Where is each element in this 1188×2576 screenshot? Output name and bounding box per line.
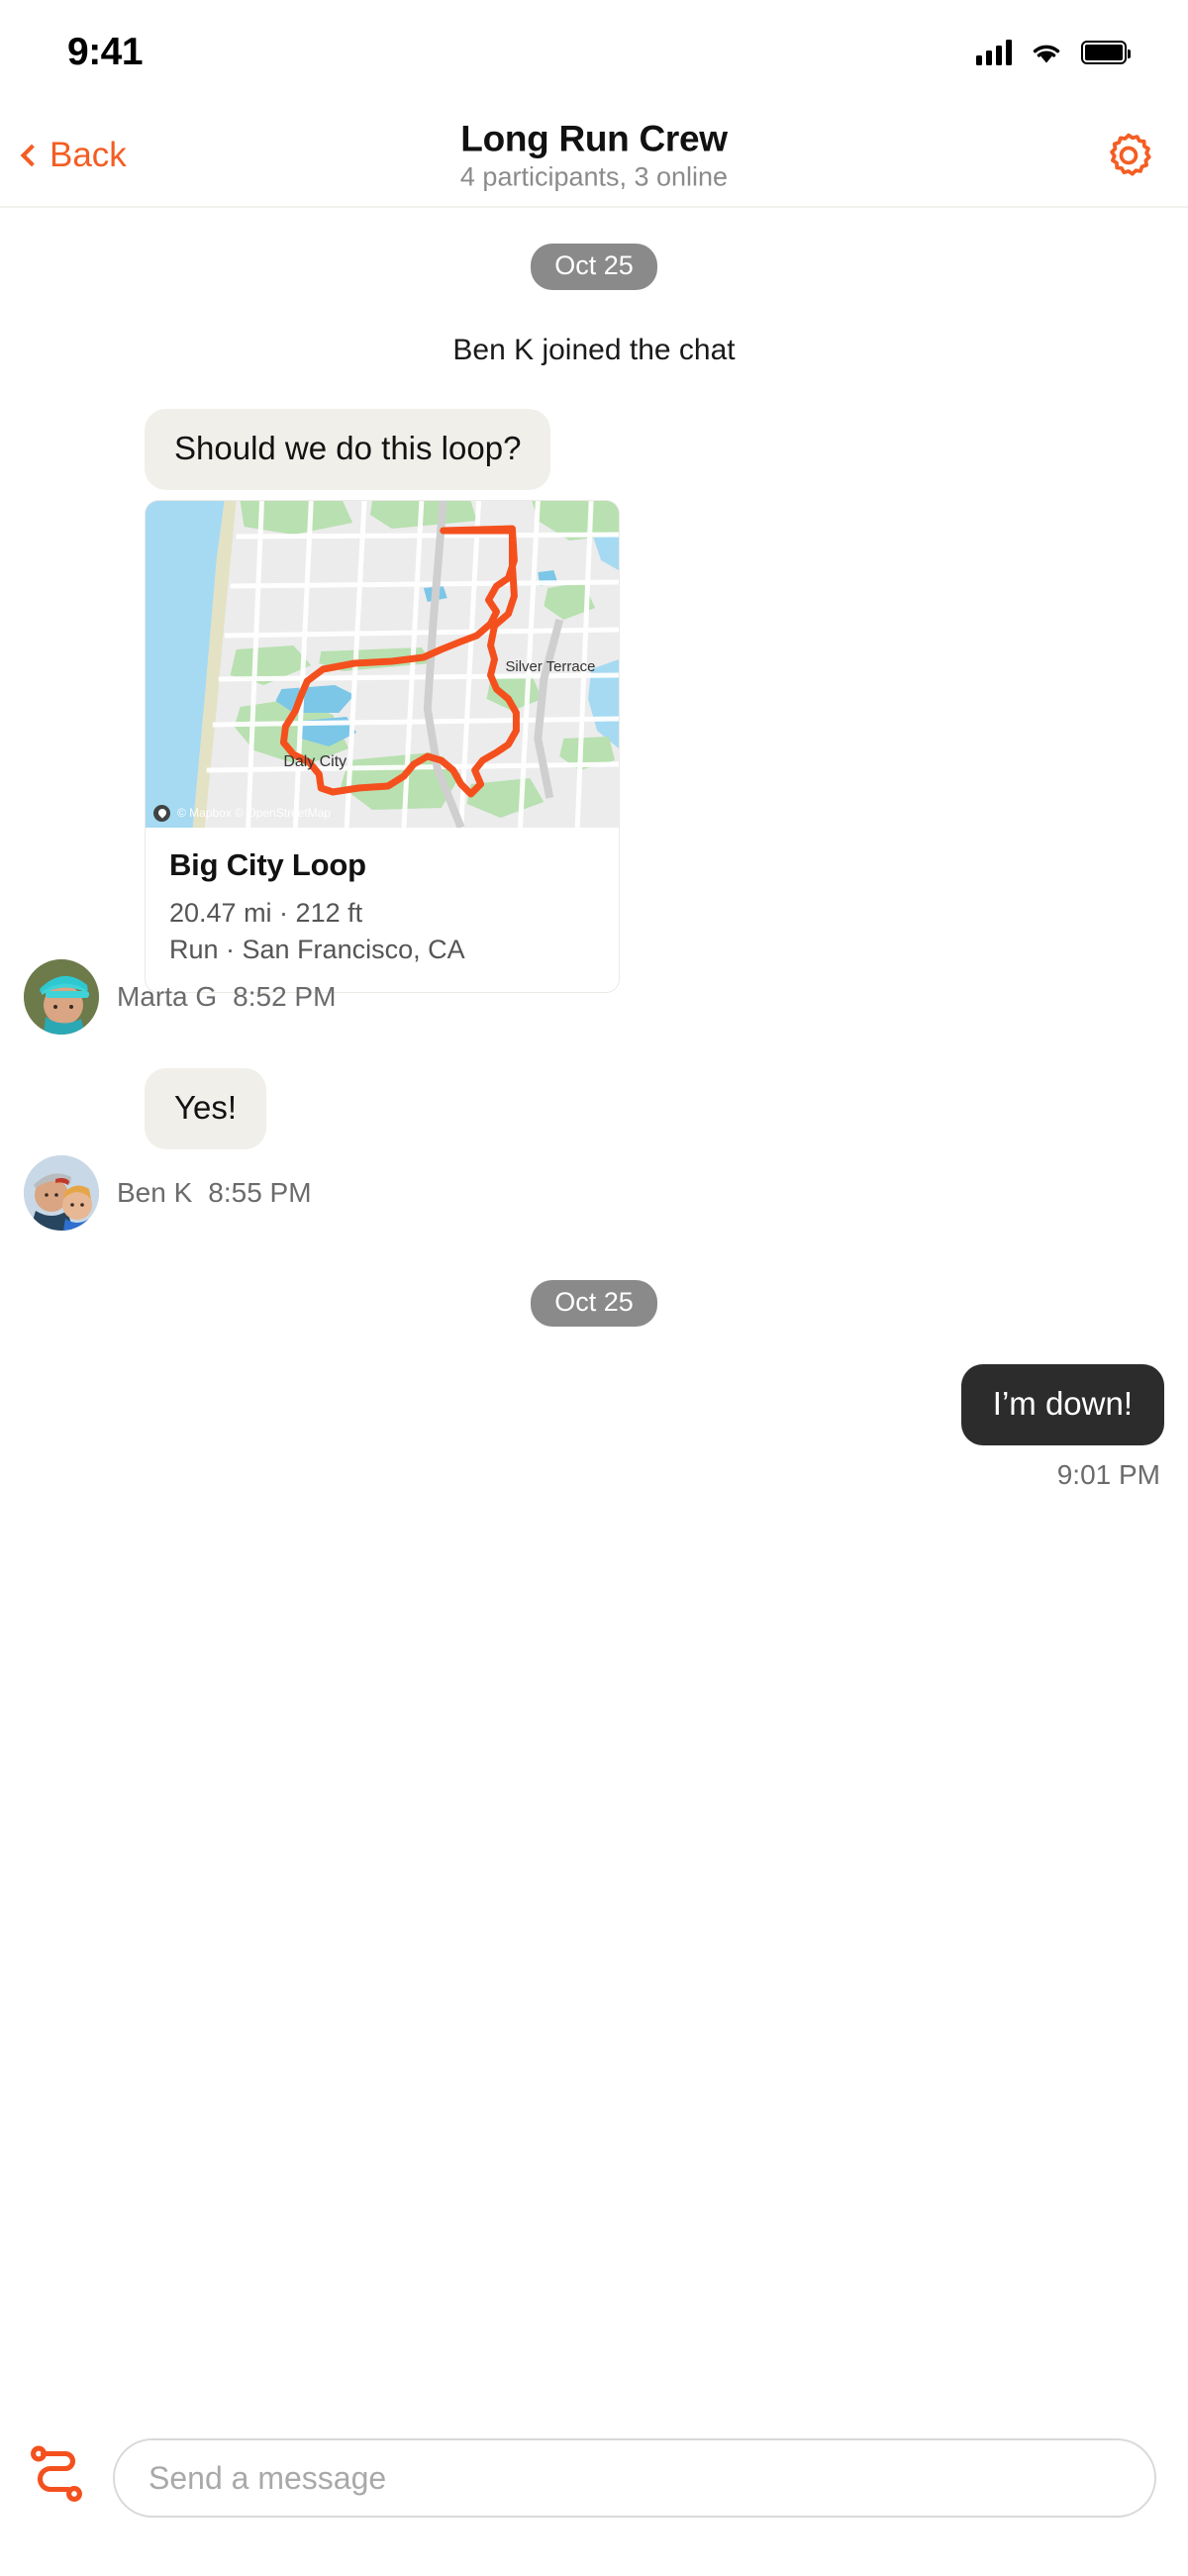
message-bubble[interactable]: Should we do this loop? [145, 409, 551, 490]
mapbox-logo-icon [153, 804, 170, 822]
date-divider-bottom: Oct 25 [531, 1279, 657, 1327]
map-canvas: Silver Terrace Daly City [146, 500, 619, 828]
message-time: 8:52 PM [233, 981, 337, 1013]
map-attribution: © Mapbox © OpenStreetMap [153, 804, 332, 822]
message-bubble-outgoing[interactable]: I’m down! [960, 1363, 1164, 1446]
battery-icon [1081, 40, 1131, 64]
avatar[interactable] [24, 1154, 99, 1231]
sender-row-marta: Marta G 8:52 PM [0, 959, 1188, 1036]
back-button[interactable]: Back [20, 135, 127, 175]
message-group-marta: Should we do this loop? Silver Terrace D… [0, 409, 1188, 1036]
message-input-placeholder: Send a message [148, 2459, 387, 2496]
map-label-daly-city: Daly City [283, 753, 346, 770]
route-map[interactable]: Silver Terrace Daly City © Mapbox © Open… [146, 500, 619, 828]
gear-icon [1110, 133, 1151, 176]
sender-meta: Marta G 8:52 PM [117, 981, 336, 1013]
map-attribution-text: © Mapbox © OpenStreetMap [177, 806, 332, 821]
cellular-signal-icon [976, 39, 1012, 65]
message-group-ben: Yes! Ben K 8:55 PM [0, 1068, 1188, 1231]
date-divider-top: Oct 25 [531, 244, 657, 290]
date-divider-top-row: Oct 25 [0, 244, 1188, 290]
nav-center: Long Run Crew 4 participants, 3 online [0, 118, 1188, 192]
chat-screen: 9:41 Back Long Run Crew 4 participants, … [0, 0, 1188, 2576]
message-time-outgoing: 9:01 PM [1056, 1459, 1160, 1491]
incoming-bubble-row: Yes! [0, 1068, 1188, 1149]
message-list[interactable]: Oct 25 Ben K joined the chat Should we d… [0, 208, 1188, 2406]
sender-name: Ben K [117, 1176, 193, 1208]
sender-row-ben: Ben K 8:55 PM [0, 1154, 1188, 1231]
wifi-icon [1033, 45, 1060, 62]
nav-bar: Back Long Run Crew 4 participants, 3 onl… [0, 104, 1188, 208]
message-time: 8:55 PM [208, 1176, 312, 1208]
participants-status: 4 participants, 3 online [459, 161, 729, 192]
message-bubble[interactable]: Yes! [145, 1068, 267, 1149]
sender-meta: Ben K 8:55 PM [117, 1177, 312, 1209]
date-divider-bottom-row: Oct 25 [0, 1279, 1188, 1327]
settings-button[interactable] [1101, 128, 1156, 183]
incoming-bubble-row: Should we do this loop? [0, 409, 1188, 490]
status-icons [976, 39, 1131, 65]
message-input[interactable]: Send a message [113, 2438, 1156, 2518]
avatar-ben-icon [24, 1154, 99, 1231]
status-time: 9:41 [67, 30, 144, 73]
system-message: Ben K joined the chat [452, 334, 736, 366]
route-icon [31, 2445, 82, 2502]
page-title: Long Run Crew [460, 117, 728, 158]
attach-route-button[interactable] [30, 2440, 89, 2517]
route-card[interactable]: Silver Terrace Daly City © Mapbox © Open… [145, 499, 620, 994]
map-label-silver-terrace: Silver Terrace [505, 658, 595, 675]
avatar-marta-icon [24, 959, 99, 1036]
route-card-wrap: Silver Terrace Daly City © Mapbox © Open… [145, 499, 1188, 994]
status-bar: 9:41 [0, 0, 1188, 104]
route-title: Big City Loop [169, 846, 366, 882]
back-button-label: Back [50, 135, 127, 174]
avatar[interactable] [24, 959, 99, 1036]
chevron-left-icon [20, 144, 44, 166]
sender-name: Marta G [117, 981, 218, 1013]
route-stats: 20.47 mi · 212 ft [169, 897, 363, 928]
outgoing-message-row: I’m down! 9:01 PM [0, 1363, 1188, 1492]
composer-bar: Send a message [0, 2406, 1188, 2576]
